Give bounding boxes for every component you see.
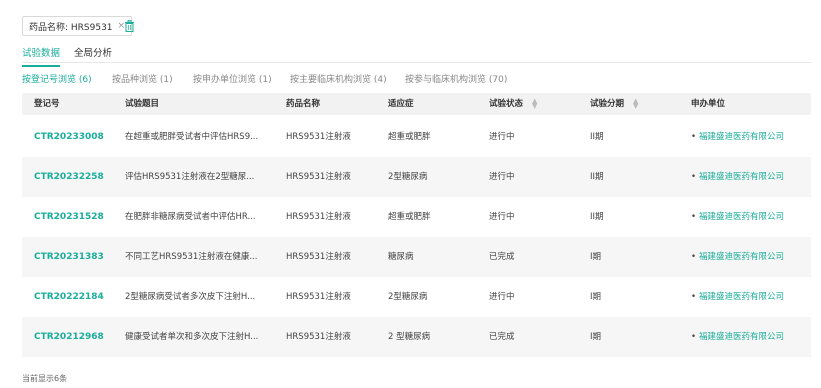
trial-title[interactable]: 2型糖尿病受试者多次皮下注射H... — [125, 277, 275, 317]
registration-link[interactable]: CTR20232258 — [34, 157, 104, 197]
col-trial-status[interactable]: 试验状态 ▲ ▼ — [489, 93, 537, 115]
sort-icon[interactable]: ▲ ▼ — [532, 97, 537, 109]
drug-name: HRS9531注射液 — [286, 172, 351, 182]
indication: 糖尿病 — [388, 252, 414, 262]
table-row[interactable]: CTR20231528 在肥胖非糖尿病受试者中评估HR... HRS9531注射… — [22, 197, 811, 237]
col-trial-phase-label: 试验分期 — [590, 99, 625, 109]
table-row[interactable]: CTR20233008 在超重或肥胖受试者中评估HRS9... HRS9531注… — [22, 117, 811, 157]
trial-title[interactable]: 不同工艺HRS9531注射液在健康... — [125, 237, 275, 277]
trial-phase: I期 — [590, 292, 602, 302]
registration-link[interactable]: CTR20231528 — [34, 197, 104, 237]
sponsor-name[interactable]: 福建盛迪医药有限公司 — [699, 292, 784, 302]
trial-status: 已完成 — [489, 252, 515, 262]
indication: 2型糖尿病 — [388, 292, 428, 302]
drug-name: HRS9531注射液 — [286, 132, 351, 142]
trial-title[interactable]: 在超重或肥胖受试者中评估HRS9... — [125, 117, 275, 157]
drug-name: HRS9531注射液 — [286, 212, 351, 222]
col-indication: 适应症 — [388, 99, 414, 109]
trial-phase: II期 — [590, 132, 604, 142]
sponsor-link[interactable]: • 福建盛迪医药有限公司 — [691, 157, 784, 197]
col-trial-title: 试验题目 — [125, 99, 160, 109]
trial-status: 进行中 — [489, 132, 515, 142]
indication: 超重或肥胖 — [388, 132, 431, 142]
sponsor-link[interactable]: • 福建盛迪医药有限公司 — [691, 317, 784, 357]
trial-status: 进行中 — [489, 292, 515, 302]
col-trial-status-label: 试验状态 — [489, 99, 524, 109]
indication: 2 型糖尿病 — [388, 332, 431, 342]
main-tabs: 试验数据 全局分析 — [22, 43, 811, 67]
sponsor-link[interactable]: • 福建盛迪医药有限公司 — [691, 117, 784, 157]
table-row[interactable]: CTR20232258 评估HRS9531注射液在2型糖尿... HRS9531… — [22, 157, 811, 197]
table-row[interactable]: CTR20212968 健康受试者单次和多次皮下注射H... HRS9531注射… — [22, 317, 811, 357]
drug-name: HRS9531注射液 — [286, 252, 351, 262]
table-row[interactable]: CTR20222184 2型糖尿病受试者多次皮下注射H... HRS9531注射… — [22, 277, 811, 317]
trials-table: 登记号 试验题目 药品名称 适应症 试验状态 ▲ ▼ 试验分期 ▲ ▼ 申办单位 C… — [22, 93, 811, 357]
registration-link[interactable]: CTR20222184 — [34, 277, 104, 317]
tab-browse-by-registration[interactable]: 按登记号浏览 (6) — [22, 72, 92, 85]
drug-name: HRS9531注射液 — [286, 332, 351, 342]
registration-link[interactable]: CTR20231383 — [34, 237, 104, 277]
table-row[interactable]: CTR20231383 不同工艺HRS9531注射液在健康... HRS9531… — [22, 237, 811, 277]
sponsor-name[interactable]: 福建盛迪医药有限公司 — [699, 172, 784, 182]
sponsor-name[interactable]: 福建盛迪医药有限公司 — [699, 332, 784, 342]
trial-status: 进行中 — [489, 172, 515, 182]
result-count: 当前显示6条 — [22, 374, 68, 383]
sponsor-name[interactable]: 福建盛迪医药有限公司 — [699, 132, 784, 142]
sponsor-link[interactable]: • 福建盛迪医药有限公司 — [691, 237, 784, 277]
tab-global-analysis[interactable]: 全局分析 — [74, 45, 112, 59]
col-drug-name: 药品名称 — [286, 99, 321, 109]
sponsor-name[interactable]: 福建盛迪医药有限公司 — [699, 252, 784, 262]
col-sponsor: 申办单位 — [691, 99, 726, 109]
tab-browse-by-variety[interactable]: 按品种浏览 (1) — [112, 72, 173, 85]
sponsor-link[interactable]: • 福建盛迪医药有限公司 — [691, 277, 784, 317]
registration-link[interactable]: CTR20212968 — [34, 317, 104, 357]
trial-phase: II期 — [590, 212, 604, 222]
drug-name: HRS9531注射液 — [286, 292, 351, 302]
tab-browse-by-participating-site[interactable]: 按参与临床机构浏览 (70) — [405, 72, 507, 85]
drug-filter-label: 药品名称: HRS9531 — [29, 22, 113, 33]
tab-browse-by-main-site[interactable]: 按主要临床机构浏览 (4) — [290, 72, 387, 85]
trial-status: 进行中 — [489, 212, 515, 222]
col-trial-phase[interactable]: 试验分期 ▲ ▼ — [590, 93, 638, 115]
trash-icon[interactable] — [122, 19, 136, 33]
indication: 2型糖尿病 — [388, 172, 428, 182]
trial-title[interactable]: 评估HRS9531注射液在2型糖尿... — [125, 157, 275, 197]
trial-status: 已完成 — [489, 332, 515, 342]
sponsor-name[interactable]: 福建盛迪医药有限公司 — [699, 212, 784, 222]
indication: 超重或肥胖 — [388, 212, 431, 222]
trial-phase: I期 — [590, 332, 602, 342]
drug-filter-tag[interactable]: 药品名称: HRS9531 × — [22, 16, 133, 36]
trial-title[interactable]: 健康受试者单次和多次皮下注射H... — [125, 317, 275, 357]
tab-trial-data[interactable]: 试验数据 — [22, 45, 61, 67]
sort-icon[interactable]: ▲ ▼ — [633, 97, 638, 109]
trial-title[interactable]: 在肥胖非糖尿病受试者中评估HR... — [125, 197, 275, 237]
col-registration-no: 登记号 — [34, 99, 60, 109]
tab-browse-by-sponsor[interactable]: 按申办单位浏览 (1) — [193, 72, 272, 85]
trial-phase: II期 — [590, 172, 604, 182]
sponsor-link[interactable]: • 福建盛迪医药有限公司 — [691, 197, 784, 237]
table-header: 登记号 试验题目 药品名称 适应症 试验状态 ▲ ▼ 试验分期 ▲ ▼ 申办单位 — [22, 93, 811, 115]
trial-phase: I期 — [590, 252, 602, 262]
registration-link[interactable]: CTR20233008 — [34, 117, 104, 157]
